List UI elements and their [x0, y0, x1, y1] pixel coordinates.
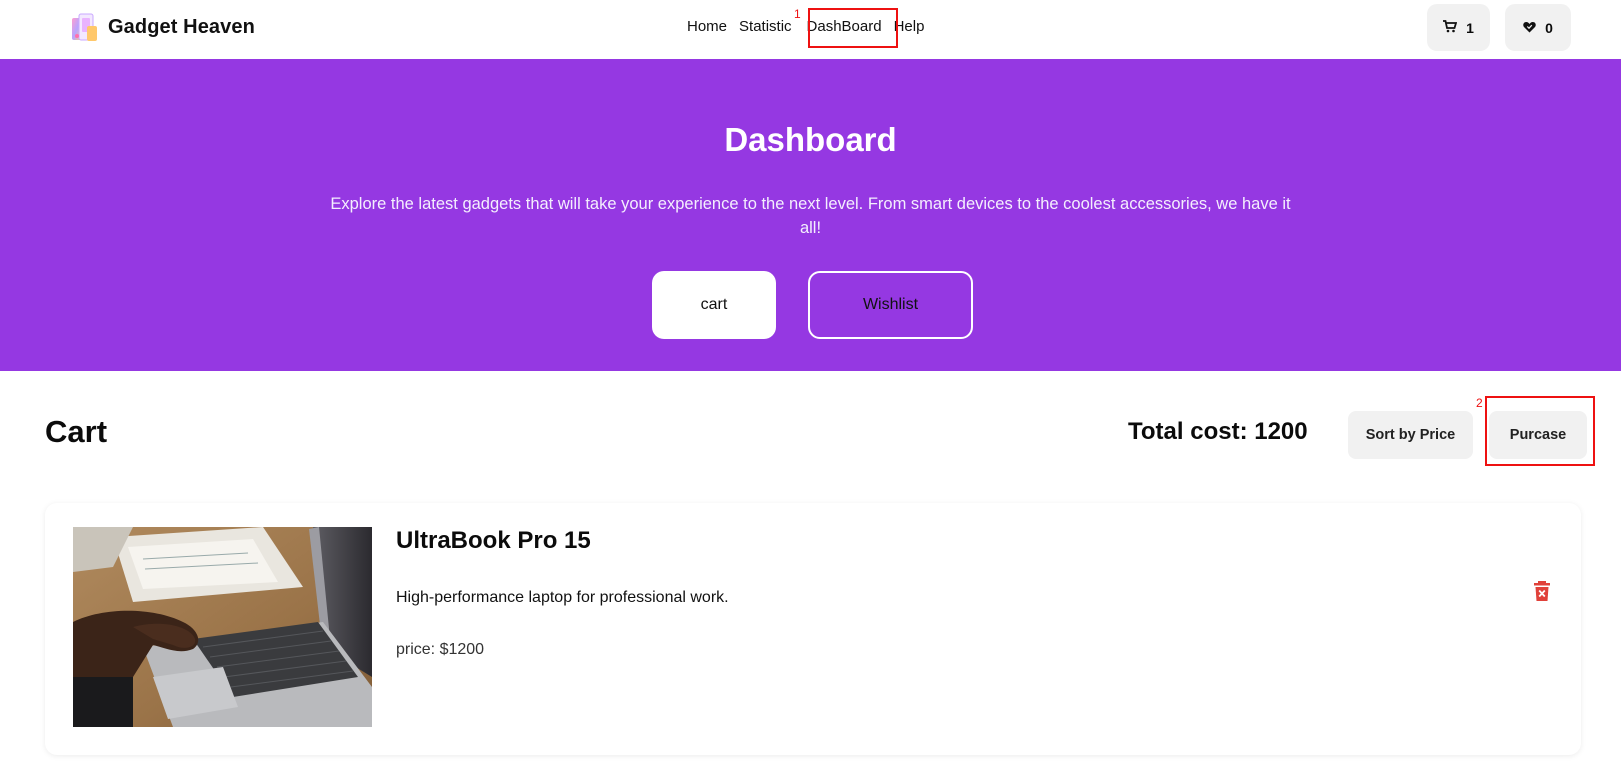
- brand-name: Gadget Heaven: [108, 16, 255, 38]
- dashboard-banner: Dashboard Explore the latest gadgets tha…: [0, 59, 1621, 371]
- annotation-label-1: 1: [794, 7, 801, 21]
- nav-wishlist-button[interactable]: 0: [1505, 4, 1571, 51]
- nav-links: Home Statistic DashBoard Help: [687, 18, 924, 35]
- wishlist-tab-button[interactable]: Wishlist: [808, 271, 973, 339]
- item-price: price: $1200: [396, 641, 485, 658]
- purchase-button[interactable]: Purcase: [1489, 411, 1587, 459]
- nav-link-help[interactable]: Help: [894, 18, 925, 35]
- cart-tab-button[interactable]: cart: [652, 271, 776, 339]
- laptop-photo: [73, 527, 372, 727]
- brand[interactable]: Gadget Heaven: [70, 12, 255, 43]
- nav-cart-button[interactable]: 1: [1427, 4, 1490, 51]
- nav-link-home[interactable]: Home: [687, 18, 727, 35]
- item-description: High-performance laptop for professional…: [396, 589, 729, 606]
- nav-link-statistic[interactable]: Statistic: [739, 18, 792, 35]
- cart-icon: [1443, 19, 1458, 36]
- delete-item-button[interactable]: [1533, 580, 1551, 602]
- annotation-label-2: 2: [1476, 396, 1483, 410]
- cart-item-card: UltraBook Pro 15 High-performance laptop…: [45, 503, 1581, 755]
- nav-link-dashboard[interactable]: DashBoard: [802, 18, 887, 35]
- cart-heading: Cart: [45, 414, 108, 449]
- heart-icon: [1523, 20, 1536, 36]
- navbar: Gadget Heaven Home Statistic DashBoard H…: [0, 0, 1621, 59]
- page-title: Dashboard: [724, 121, 897, 158]
- total-cost: Total cost: 1200: [1128, 418, 1308, 445]
- banner-subtitle: Explore the latest gadgets that will tak…: [330, 195, 1291, 237]
- cart-count: 1: [1466, 19, 1474, 36]
- sort-by-price-button[interactable]: Sort by Price: [1348, 411, 1473, 459]
- trash-icon: [1533, 581, 1551, 606]
- item-name: UltraBook Pro 15: [396, 527, 591, 554]
- brand-logo-icon: [70, 12, 99, 43]
- wishlist-count: 0: [1545, 19, 1553, 36]
